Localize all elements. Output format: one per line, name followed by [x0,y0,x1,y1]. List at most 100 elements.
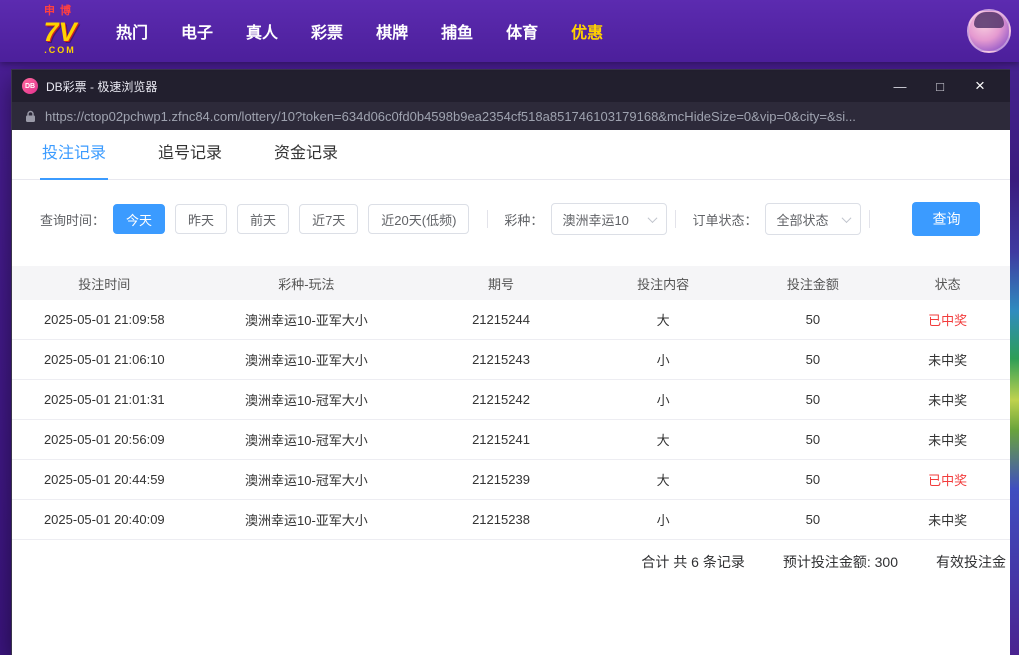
nav-item[interactable]: 优惠 [569,13,605,49]
cell-status: 未中奖 [928,433,968,448]
browser-window: DB DB彩票 - 极速浏览器 — □ × https://ctop02pchw… [12,70,1010,655]
cell-issue-number: 21215242 [472,392,530,407]
lock-icon [25,110,36,123]
window-title: DB彩票 - 极速浏览器 [46,79,158,94]
cell-bet-amount: 50 [805,392,821,407]
nav-item[interactable]: 棋牌 [374,13,410,49]
cell-bet-amount: 50 [805,432,821,447]
time-filter-button[interactable]: 前天 [237,204,290,234]
cell-game-play: 澳洲幸运10-亚军大小 [245,313,368,328]
order-status-select[interactable]: 全部状态 [765,203,862,235]
cell-bet-time: 2025-05-01 21:09:58 [43,312,165,327]
minimize-icon[interactable]: — [880,70,920,102]
nav-item[interactable]: 彩票 [309,13,345,49]
tab-item[interactable]: 投注记录 [40,130,109,180]
table-header-cell: 投注内容 [637,276,690,292]
cell-issue-number: 21215244 [472,312,530,327]
topbar: 申博 7V .COM 热门 电子 真人 彩票 棋牌 捕鱼 体育 优惠 [0,0,1019,62]
nav-item[interactable]: 热门 [114,13,150,49]
filter-bar: 查询时间： 今天 昨天 前天 近7天 近20天(低频) 彩种： 澳洲幸运10 订… [12,202,1010,236]
table-header-row: 投注时间 彩种-玩法 期号 投注内容 投注金额 状态 [12,266,1010,300]
browser-titlebar: DB DB彩票 - 极速浏览器 — □ × [12,70,1010,102]
cell-issue-number: 21215241 [472,432,530,447]
lottery-select-value: 澳洲幸运10 [562,212,629,228]
divider [487,210,489,228]
cell-status: 未中奖 [928,353,968,368]
cell-bet-time: 2025-05-01 20:44:59 [43,472,165,487]
table-row: 2025-05-01 21:09:58 澳洲幸运10-亚军大小 21215244… [12,300,1010,340]
chevron-down-icon [842,212,852,223]
lottery-select[interactable]: 澳洲幸运10 [551,203,668,235]
maximize-icon[interactable]: □ [920,70,960,102]
nav-item[interactable]: 体育 [504,13,540,49]
bet-records-table: 投注时间 彩种-玩法 期号 投注内容 投注金额 状态 2025-05-01 21… [12,266,1010,584]
cell-status: 未中奖 [928,513,968,528]
cell-status: 未中奖 [928,393,968,408]
user-avatar[interactable] [967,9,1011,53]
table-row: 2025-05-01 20:56:09 澳洲幸运10-冠军大小 21215241… [12,420,1010,460]
cell-game-play: 澳洲幸运10-亚军大小 [245,353,368,368]
cell-bet-content: 小 [656,393,670,408]
cell-bet-time: 2025-05-01 21:06:10 [43,352,165,367]
background-strip [1010,62,1019,655]
footer-total: 合计 共 6 条记录 [641,554,745,570]
table-footer: 合计 共 6 条记录 预计投注金额: 300 有效投注金 [12,540,1010,584]
cell-issue-number: 21215239 [472,472,530,487]
time-filter-label: 查询时间： [40,212,106,228]
chevron-down-icon [647,212,658,223]
cell-bet-content: 小 [656,513,670,528]
table-row: 2025-05-01 21:06:10 澳洲幸运10-亚军大小 21215243… [12,340,1010,380]
nav-item[interactable]: 真人 [244,13,280,49]
cell-bet-content: 大 [656,313,670,328]
footer-expected-amount: 预计投注金额: 300 [782,554,898,570]
cell-bet-time: 2025-05-01 21:01:31 [43,392,165,407]
cell-game-play: 澳洲幸运10-亚军大小 [245,513,368,528]
time-filter-button[interactable]: 近7天 [299,204,359,234]
search-button[interactable]: 查询 [912,202,981,236]
divider [675,210,677,228]
cell-bet-amount: 50 [805,512,821,527]
order-status-value: 全部状态 [776,212,829,228]
cell-bet-time: 2025-05-01 20:40:09 [43,512,165,527]
close-icon[interactable]: × [960,70,1000,102]
url-bar[interactable]: https://ctop02pchwp1.zfnc84.com/lottery/… [12,102,1010,130]
page-content: 投注记录 追号记录 资金记录 查询时间： 今天 昨天 前天 近7天 近20天(低… [12,130,1010,655]
cell-game-play: 澳洲幸运10-冠军大小 [245,473,368,488]
table-header-cell: 彩种-玩法 [278,276,335,292]
site-logo[interactable]: 申博 7V .COM [24,6,96,55]
table-header-cell: 投注金额 [786,276,839,292]
url-text: https://ctop02pchwp1.zfnc84.com/lottery/… [45,108,856,124]
cell-game-play: 澳洲幸运10-冠军大小 [245,393,368,408]
cell-issue-number: 21215243 [472,352,530,367]
order-status-label: 订单状态： [692,212,758,228]
tab-item[interactable]: 追号记录 [156,130,224,180]
table-header-cell: 状态 [934,276,961,292]
cell-bet-amount: 50 [805,472,821,487]
table-header-cell: 期号 [487,276,514,292]
time-filter-button[interactable]: 昨天 [175,204,228,234]
logo-text-bottom: .COM [44,45,76,56]
table-body: 2025-05-01 21:09:58 澳洲幸运10-亚军大小 21215244… [12,300,1010,540]
cell-game-play: 澳洲幸运10-冠军大小 [245,433,368,448]
cell-bet-content: 大 [656,473,670,488]
window-controls: — □ × [880,70,1000,102]
cell-bet-content: 小 [656,353,670,368]
nav-item[interactable]: 捕鱼 [439,13,475,49]
table-row: 2025-05-01 20:40:09 澳洲幸运10-亚军大小 21215238… [12,500,1010,540]
nav-item[interactable]: 电子 [179,13,215,49]
divider [869,210,871,228]
cell-bet-content: 大 [656,433,670,448]
time-filter-button[interactable]: 今天 [113,204,166,234]
record-tabs: 投注记录 追号记录 资金记录 [12,130,1010,180]
lottery-filter-label: 彩种： [504,212,544,228]
cell-status: 已中奖 [928,473,968,488]
cell-bet-time: 2025-05-01 20:56:09 [43,432,165,447]
time-filter-button[interactable]: 近20天(低频) [368,204,470,234]
footer-effective-amount: 有效投注金 [936,554,1006,570]
logo-text-main: 7V [43,16,77,47]
table-header-cell: 投注时间 [78,276,131,292]
time-filter-group: 今天 昨天 前天 近7天 近20天(低频) [113,204,479,234]
table-row: 2025-05-01 20:44:59 澳洲幸运10-冠军大小 21215239… [12,460,1010,500]
cell-bet-amount: 50 [805,312,821,327]
tab-item[interactable]: 资金记录 [272,130,340,180]
